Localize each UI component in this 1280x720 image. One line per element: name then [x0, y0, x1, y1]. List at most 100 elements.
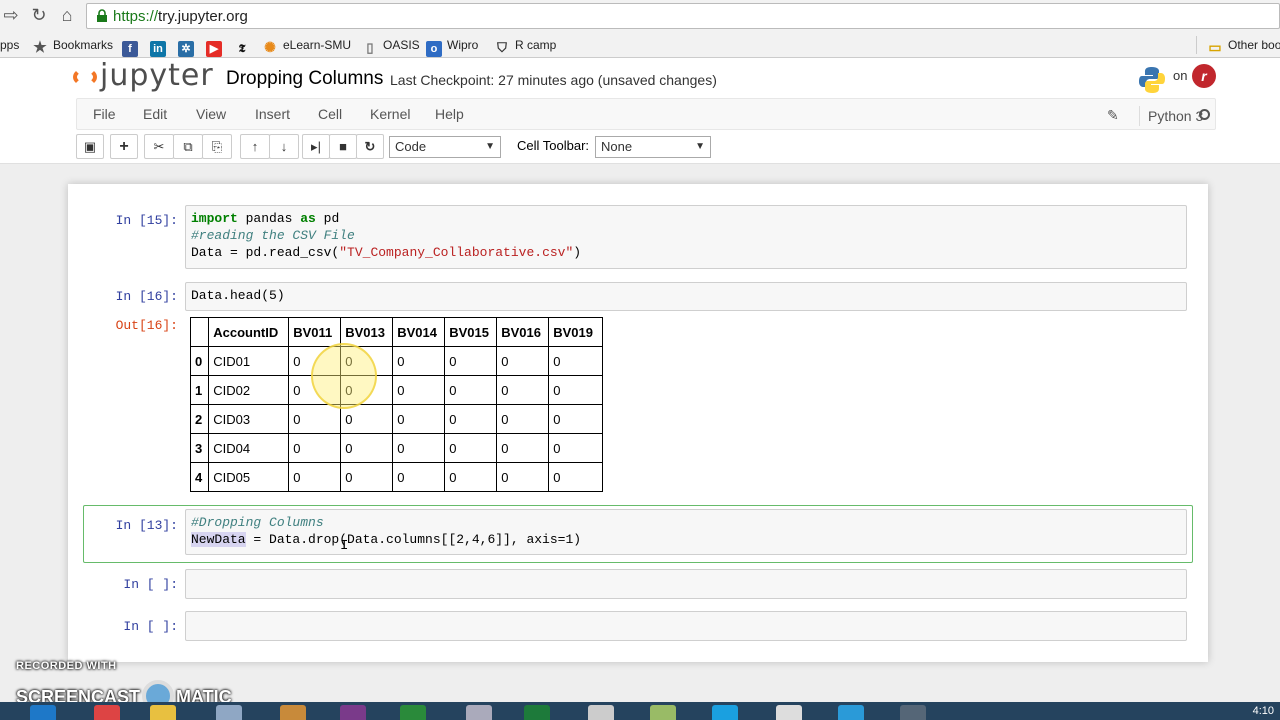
- cut-button[interactable]: ✂: [144, 134, 174, 159]
- input-prompt: In [ ]:: [123, 619, 178, 634]
- refresh-icon: ↻: [364, 139, 376, 154]
- bookmark-oasis[interactable]: ▯ OASIS: [362, 36, 419, 55]
- table-cell: 0: [444, 375, 498, 405]
- code-cell-input[interactable]: [185, 569, 1187, 599]
- app-taskbar-icon[interactable]: [340, 705, 366, 720]
- app-taskbar-icon[interactable]: [776, 705, 802, 720]
- app-taskbar-icon[interactable]: [216, 705, 242, 720]
- bookmark-wipro[interactable]: o Wipro: [426, 36, 478, 57]
- notebook-title[interactable]: Dropping Columns: [226, 68, 383, 90]
- cell-toolbar-select[interactable]: None ▼: [595, 136, 711, 158]
- menu-insert[interactable]: Insert: [255, 106, 290, 122]
- insert-cell-button[interactable]: +: [110, 134, 138, 159]
- code-cell-input[interactable]: #Dropping Columns NewData = Data.drop(Da…: [185, 509, 1187, 555]
- outlook-icon: o: [426, 41, 442, 57]
- app-taskbar-icon[interactable]: [838, 705, 864, 720]
- dots-icon: ✺: [264, 39, 276, 55]
- menu-edit[interactable]: Edit: [143, 106, 167, 122]
- table-cell: 0: [392, 433, 446, 463]
- interrupt-button[interactable]: ■: [329, 134, 357, 159]
- table-cell: 0: [392, 346, 446, 376]
- bookmark-rcamp[interactable]: ⛉ R camp: [494, 36, 556, 55]
- column-header: BV015: [444, 317, 498, 347]
- app-taskbar-icon[interactable]: [588, 705, 614, 720]
- table-cell: 0: [340, 462, 394, 492]
- paste-icon: ⎘: [211, 139, 223, 154]
- menu-cell[interactable]: Cell: [318, 106, 342, 122]
- rackspace-logo-icon: r: [1192, 64, 1216, 88]
- column-header: BV014: [392, 317, 446, 347]
- facebook-bookmark[interactable]: f: [122, 36, 143, 57]
- column-header: [189, 317, 210, 347]
- output-prompt: Out[16]:: [115, 318, 178, 333]
- linkedin-icon: in: [150, 41, 166, 57]
- network-bookmark[interactable]: ✲: [178, 36, 199, 57]
- table-cell: 0: [548, 433, 604, 463]
- bookmark-other[interactable]: ▭ Other boo: [1196, 36, 1280, 55]
- cell-type-select[interactable]: Code ▼: [389, 136, 501, 158]
- excel-taskbar-icon[interactable]: [524, 705, 550, 720]
- step-forward-icon: ▸|: [311, 139, 321, 154]
- table-cell: 0: [548, 462, 604, 492]
- column-header: BV016: [496, 317, 550, 347]
- linkedin-bookmark[interactable]: in: [150, 36, 171, 57]
- paste-button[interactable]: ⎘: [202, 134, 232, 159]
- text-cursor-icon: I: [340, 538, 349, 554]
- move-up-button[interactable]: ↑: [240, 134, 270, 159]
- bookmark-elearn[interactable]: ✺ eLearn-SMU: [262, 36, 351, 55]
- menu-help[interactable]: Help: [435, 106, 464, 122]
- nytimes-bookmark[interactable]: 𝕿: [234, 36, 255, 55]
- paint-taskbar-icon[interactable]: [280, 705, 306, 720]
- kernel-indicator[interactable]: Python 3: [1139, 106, 1203, 126]
- page-icon: ▯: [366, 40, 374, 55]
- table-cell: 0: [496, 404, 550, 434]
- table-cell: 0: [392, 462, 446, 492]
- menu-view[interactable]: View: [196, 106, 226, 122]
- table-cell: 0: [496, 433, 550, 463]
- home-icon[interactable]: ⌂: [56, 4, 78, 26]
- reload-icon[interactable]: ↻: [28, 4, 50, 26]
- run-button[interactable]: ▸|: [302, 134, 330, 159]
- checkpoint-status: Last Checkpoint: 27 minutes ago (unsaved…: [390, 72, 717, 88]
- code-cell-input[interactable]: import pandas as pd #reading the CSV Fil…: [185, 205, 1187, 269]
- move-down-button[interactable]: ↓: [269, 134, 299, 159]
- code-cell-input[interactable]: Data.head(5): [185, 282, 1187, 311]
- row-index: 0: [189, 346, 210, 376]
- youtube-bookmark[interactable]: ▶: [206, 36, 227, 57]
- nytimes-icon: 𝕿: [238, 42, 246, 55]
- browser-address-row: ⇨ ↻ ⌂ https://try.jupyter.org: [0, 0, 1280, 32]
- column-header: AccountID: [208, 317, 290, 347]
- table-cell: 0: [340, 433, 394, 463]
- table-row: 1 CID02 0 0 0 0 0 0: [189, 375, 604, 405]
- pencil-icon[interactable]: ✎: [1107, 107, 1119, 124]
- code-cell-input[interactable]: [185, 611, 1187, 641]
- menu-bar: File Edit View Insert Cell Kernel Help ✎…: [76, 98, 1216, 130]
- outlook-taskbar-icon[interactable]: [30, 705, 56, 720]
- table-cell: 0: [548, 404, 604, 434]
- table-cell: 0: [392, 375, 446, 405]
- bookmark-apps[interactable]: pps: [0, 36, 19, 54]
- lock-icon: [97, 9, 107, 22]
- table-cell: 0: [444, 433, 498, 463]
- bookmark-bookmarks[interactable]: ★ Bookmarks: [32, 36, 113, 56]
- save-button[interactable]: ▣: [76, 134, 104, 159]
- app-taskbar-icon[interactable]: [900, 705, 926, 720]
- jupyter-ring-icon: [73, 68, 97, 86]
- copy-button[interactable]: ⧉: [173, 134, 203, 159]
- restart-button[interactable]: ↻: [356, 134, 384, 159]
- explorer-taskbar-icon[interactable]: [150, 705, 176, 720]
- menu-kernel[interactable]: Kernel: [370, 106, 410, 122]
- chrome-taskbar-icon[interactable]: [94, 705, 120, 720]
- input-prompt: In [13]:: [115, 518, 178, 533]
- stop-icon: ■: [339, 139, 347, 154]
- app-taskbar-icon[interactable]: [466, 705, 492, 720]
- forward-icon[interactable]: ⇨: [0, 4, 22, 26]
- skype-taskbar-icon[interactable]: [712, 705, 738, 720]
- menu-file[interactable]: File: [93, 106, 116, 122]
- input-prompt: In [16]:: [115, 289, 178, 304]
- table-row: 0 CID01 0 0 0 0 0 0: [189, 346, 604, 376]
- app-taskbar-icon[interactable]: [400, 705, 426, 720]
- url-bar[interactable]: https://try.jupyter.org: [86, 3, 1280, 29]
- app-taskbar-icon[interactable]: [650, 705, 676, 720]
- row-index: 2: [189, 404, 210, 434]
